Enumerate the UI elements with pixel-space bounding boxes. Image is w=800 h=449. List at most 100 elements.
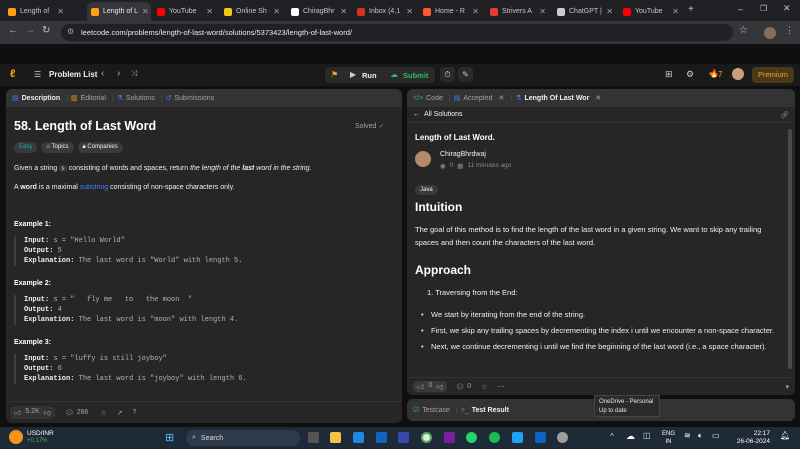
upvote-icon[interactable]: 👍︎: [417, 382, 424, 391]
tab-editorial[interactable]: Editorial: [81, 95, 106, 102]
next-problem-icon[interactable]: ›: [117, 68, 120, 79]
browser-tab[interactable]: Online Sh ✕: [220, 2, 284, 21]
tab-solution[interactable]: Length Of Last Wor: [524, 95, 589, 102]
tab-close-icon[interactable]: ✕: [668, 7, 679, 16]
link-icon[interactable]: 🔗︎: [780, 111, 789, 119]
tab-solutions[interactable]: Solutions: [126, 95, 155, 102]
forward-icon[interactable]: →: [25, 25, 35, 36]
comment-icon[interactable]: 💬︎: [65, 409, 74, 417]
shuffle-icon[interactable]: ⤨: [131, 69, 137, 79]
author-name[interactable]: ChiragBhrdwaj: [440, 151, 486, 158]
substring-link[interactable]: substring: [80, 184, 108, 191]
windows-start-icon[interactable]: ⊞: [165, 431, 174, 444]
maximize-icon[interactable]: ❐: [760, 4, 767, 13]
browser-tab[interactable]: Inbox (4,1 ✕: [353, 2, 417, 21]
clock[interactable]: 22:17 26-06-2024: [730, 430, 770, 446]
onedrive-icon[interactable]: ☁: [626, 431, 635, 442]
language-indicator[interactable]: ENG IN: [662, 430, 675, 446]
tab-close-icon[interactable]: ✕: [402, 7, 413, 16]
twitter-icon[interactable]: [512, 432, 523, 443]
timer-icon[interactable]: ⏱: [440, 67, 455, 82]
github-icon[interactable]: [444, 432, 455, 443]
back-arrow-icon[interactable]: ←: [413, 111, 420, 118]
browser-tab[interactable]: YouTube ✕: [619, 2, 683, 21]
tab-close-icon[interactable]: ✕: [269, 7, 280, 16]
favorite-icon[interactable]: ☆: [481, 383, 487, 391]
problem-list-link[interactable]: Problem List: [49, 70, 97, 79]
site-info-icon[interactable]: ⚙: [67, 27, 74, 36]
spotify-icon[interactable]: [489, 432, 500, 443]
tab-close-icon[interactable]: ✕: [53, 7, 64, 16]
thumbs-down-icon[interactable]: 👎︎: [44, 408, 51, 417]
tab-close-icon[interactable]: ✕: [535, 7, 546, 16]
settings-gear-icon[interactable]: ⚙: [686, 69, 694, 80]
author-avatar[interactable]: [415, 151, 431, 167]
new-tab-button[interactable]: +: [688, 4, 694, 15]
minimize-icon[interactable]: –: [738, 4, 743, 14]
vpn-icon[interactable]: [398, 432, 409, 443]
back-icon[interactable]: ←: [8, 25, 18, 36]
leetcode-logo-icon[interactable]: ℓ: [10, 68, 15, 80]
tab-close-icon[interactable]: ✕: [602, 7, 613, 16]
prev-problem-icon[interactable]: ‹: [101, 68, 104, 79]
topics-tag[interactable]: ⌂ Topics: [41, 142, 74, 153]
more-icon[interactable]: ⋯: [497, 383, 504, 391]
whatsapp-icon[interactable]: [466, 432, 477, 443]
chrome-icon[interactable]: [421, 432, 432, 443]
all-solutions-link[interactable]: All Solutions: [424, 111, 463, 118]
notification-bell-icon[interactable]: 🔔︎: [780, 431, 790, 440]
currency-widget-icon[interactable]: [9, 430, 23, 444]
close-window-icon[interactable]: ✕: [783, 3, 791, 14]
browser-tab[interactable]: YouTube ✕: [153, 2, 217, 21]
tab-description[interactable]: Description: [22, 95, 61, 102]
scroll-down-icon[interactable]: ▾: [785, 383, 789, 391]
help-icon[interactable]: ?: [133, 409, 137, 416]
tray-icon[interactable]: ◫: [643, 431, 651, 440]
close-tab-icon[interactable]: ✕: [499, 94, 505, 102]
star-icon[interactable]: ☆: [100, 409, 106, 417]
browser-tab[interactable]: Length of ✕: [4, 2, 68, 21]
url-field[interactable]: ⚙ leetcode.com/problems/length-of-last-w…: [61, 24, 733, 41]
ticker-name[interactable]: USD/INR: [27, 430, 54, 437]
tab-test-result[interactable]: Test Result: [472, 407, 509, 414]
tray-chevron-icon[interactable]: ^: [610, 432, 614, 441]
difficulty-badge[interactable]: Easy: [14, 142, 38, 153]
tab-close-icon[interactable]: ✕: [468, 7, 479, 16]
reload-icon[interactable]: ↻: [42, 25, 50, 36]
bookmark-star-icon[interactable]: ☆: [739, 25, 748, 36]
settings-app-icon[interactable]: [557, 432, 568, 443]
tab-close-icon[interactable]: ✕: [202, 7, 213, 16]
browser-tab[interactable]: ChiragBhr ✕: [287, 2, 351, 21]
browser-tab[interactable]: ChatGPT | ✕: [553, 2, 617, 21]
notes-icon[interactable]: ✎: [458, 67, 473, 82]
run-button[interactable]: Run: [362, 71, 377, 80]
browser-tab[interactable]: Strivers A ✕: [486, 2, 550, 21]
thumbs-up-icon[interactable]: 👍︎: [14, 408, 21, 417]
menu-dots-icon[interactable]: ⋮: [785, 25, 794, 36]
store-icon[interactable]: [353, 432, 364, 443]
scrollbar[interactable]: [788, 129, 792, 369]
zoom-icon[interactable]: [376, 432, 387, 443]
user-avatar[interactable]: [732, 68, 744, 80]
debug-icon[interactable]: ⚑: [331, 70, 338, 79]
taskbar-search[interactable]: ⌕ Search: [186, 430, 300, 446]
tab-close-icon[interactable]: ✕: [138, 7, 149, 16]
battery-icon[interactable]: ▭: [712, 431, 720, 440]
profile-avatar[interactable]: [764, 27, 776, 39]
submit-button[interactable]: Submit: [403, 71, 428, 80]
browser-tab[interactable]: Length of L ✕: [87, 2, 151, 21]
companies-tag[interactable]: 🔒︎ Companies: [77, 142, 123, 153]
file-explorer-icon[interactable]: [330, 432, 341, 443]
tab-testcase[interactable]: Testcase: [422, 407, 450, 414]
close-tab-icon[interactable]: ✕: [595, 94, 601, 102]
task-view-icon[interactable]: [308, 432, 319, 443]
java-tag[interactable]: Java: [415, 185, 438, 195]
browser-tab[interactable]: Home - R ✕: [419, 2, 483, 21]
share-icon[interactable]: ↗: [117, 409, 123, 417]
tab-close-icon[interactable]: ✕: [336, 7, 347, 16]
downvote-icon[interactable]: 👎︎: [436, 382, 443, 391]
linkedin-icon[interactable]: [535, 432, 546, 443]
premium-button[interactable]: Premium: [752, 67, 794, 83]
comment-icon[interactable]: 💬︎: [455, 383, 464, 391]
tab-accepted[interactable]: Accepted: [463, 95, 492, 102]
